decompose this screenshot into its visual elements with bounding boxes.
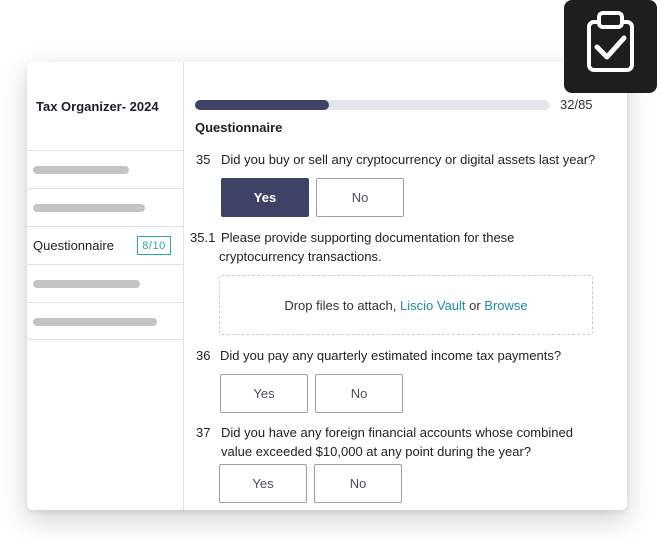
question-text-line-2: cryptocurrency transactions. [219,249,382,264]
tax-organizer-card: Tax Organizer- 2024 Questionnaire 8/10 3… [27,62,627,510]
file-dropzone[interactable]: Drop files to attach, Liscio Vault or Br… [219,275,593,335]
sidebar: Tax Organizer- 2024 Questionnaire 8/10 [27,62,184,510]
sidebar-item-placeholder-4[interactable] [27,302,183,340]
yes-button[interactable]: Yes [220,374,308,413]
clipboard-check-icon [564,0,657,93]
question-number: 36 [196,348,211,363]
dropzone-or-text: or [469,297,481,313]
sidebar-item-placeholder-1[interactable] [27,150,183,188]
placeholder-bar [33,318,157,326]
no-button[interactable]: No [315,374,403,413]
questionnaire-panel: 32/85 Questionnaire 35 Did you buy or se… [185,62,627,510]
no-button[interactable]: No [316,178,404,217]
placeholder-bar [33,166,129,174]
yes-button[interactable]: Yes [221,178,309,217]
question-text: Did you buy or sell any cryptocurrency o… [221,152,596,167]
sidebar-item-placeholder-3[interactable] [27,264,183,302]
sidebar-item-label: Questionnaire [33,238,114,253]
question-number: 37 [196,425,211,440]
question-number: 35 [196,152,211,167]
progress-bar-fill [195,100,329,110]
progress-badge: 8/10 [137,236,171,255]
question-number: 35.1 [190,230,216,245]
question-text-line-2: value exceeded $10,000 at any point duri… [221,444,532,459]
section-title: Questionnaire [195,120,283,135]
progress-bar [195,100,550,110]
yes-button[interactable]: Yes [219,464,307,503]
question-text-line-1: Please provide supporting documentation … [221,230,515,245]
sidebar-item-placeholder-2[interactable] [27,188,183,226]
browse-link[interactable]: Browse [484,298,527,313]
liscio-vault-link[interactable]: Liscio Vault [400,298,466,313]
dropzone-text: Drop files to attach, [284,297,397,313]
sidebar-title: Tax Organizer- 2024 [36,99,159,114]
placeholder-bar [33,204,145,212]
progress-count: 32/85 [560,97,593,112]
no-button[interactable]: No [314,464,402,503]
question-text-line-1: Did you have any foreign financial accou… [221,425,573,440]
sidebar-item-questionnaire[interactable]: Questionnaire 8/10 [27,226,183,264]
placeholder-bar [33,280,140,288]
question-text: Did you pay any quarterly estimated inco… [220,348,562,363]
